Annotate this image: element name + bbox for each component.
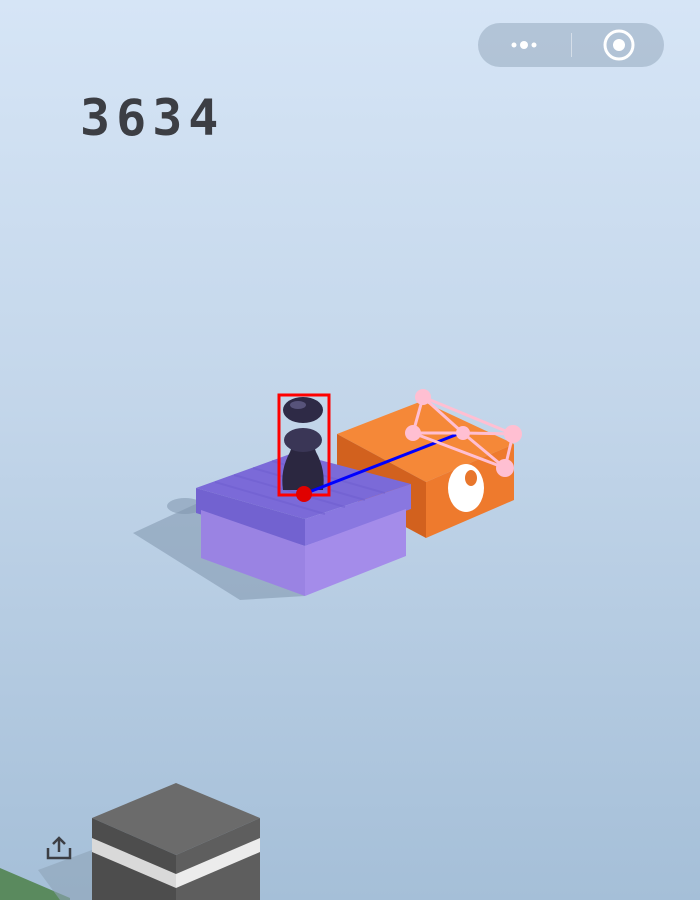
player-piece xyxy=(282,397,324,490)
close-button[interactable] xyxy=(572,23,664,67)
player-base-point xyxy=(296,486,312,502)
more-button[interactable] xyxy=(478,23,571,67)
score-display: 3634 xyxy=(80,89,225,147)
target-close-icon xyxy=(603,29,635,61)
share-button[interactable] xyxy=(44,834,74,862)
more-dots-icon xyxy=(511,41,537,49)
mini-program-capsule xyxy=(478,23,664,67)
next-block xyxy=(92,783,260,900)
target-block-eye-icon xyxy=(448,464,484,512)
share-icon xyxy=(46,836,72,860)
